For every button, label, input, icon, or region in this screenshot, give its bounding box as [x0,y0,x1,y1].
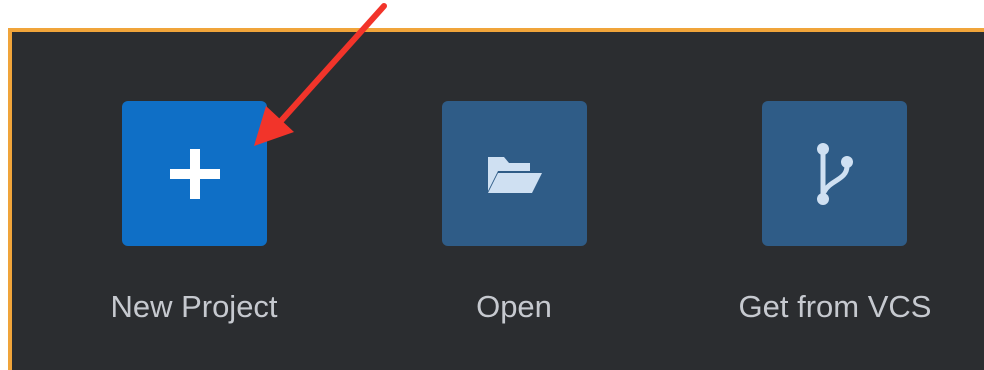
branch-icon [816,142,853,205]
welcome-screen: New Project Open Get from VCS [0,0,984,370]
open-label[interactable]: Open [394,287,634,327]
get-from-vcs-label[interactable]: Get from VCS [700,287,970,327]
new-project-label[interactable]: New Project [74,287,314,327]
plus-icon [169,148,220,199]
folder-open-icon [487,156,542,193]
get-from-vcs-button[interactable] [762,101,907,246]
new-project-button[interactable] [122,101,267,246]
open-button[interactable] [442,101,587,246]
